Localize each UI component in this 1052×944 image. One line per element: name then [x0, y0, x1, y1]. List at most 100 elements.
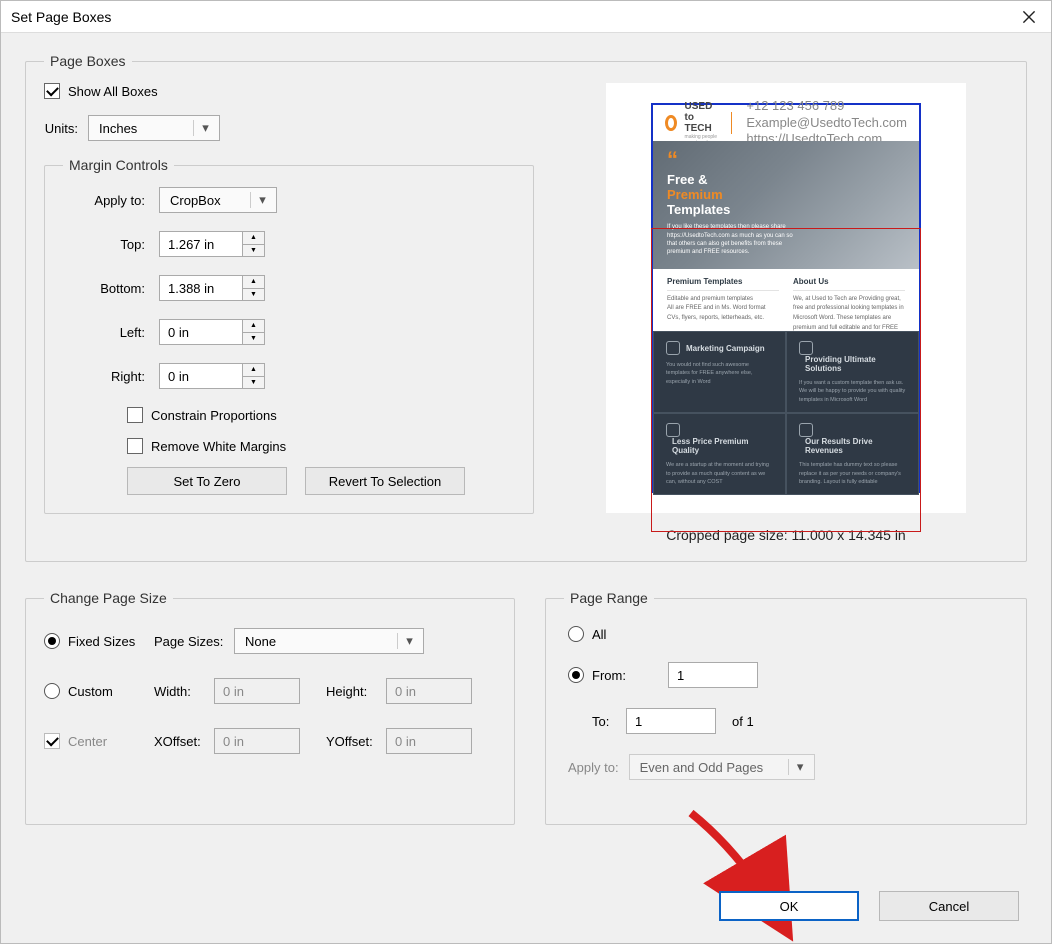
- spin-down-icon[interactable]: ▼: [243, 376, 264, 389]
- custom-radio[interactable]: Custom: [44, 683, 154, 699]
- cancel-button[interactable]: Cancel: [879, 891, 1019, 921]
- spin-up-icon[interactable]: ▲: [243, 276, 264, 288]
- radio-icon: [568, 626, 584, 642]
- change-page-size-legend: Change Page Size: [44, 590, 173, 606]
- radio-icon: [568, 667, 584, 683]
- width-value: 0 in: [223, 684, 244, 699]
- width-input: 0 in: [214, 678, 300, 704]
- apply-to-label: Apply to:: [63, 193, 159, 208]
- from-value: 1: [677, 668, 684, 683]
- left-value[interactable]: 0 in: [160, 320, 242, 344]
- margin-controls-group: Margin Controls Apply to: CropBox ▾ Top:: [44, 157, 534, 514]
- chevron-down-icon: ▾: [250, 192, 270, 208]
- top-value[interactable]: 1.267 in: [160, 232, 242, 256]
- bottom-label: Bottom:: [63, 281, 159, 296]
- range-apply-to-label: Apply to:: [568, 760, 619, 775]
- range-apply-to-value: Even and Odd Pages: [640, 760, 764, 775]
- constrain-label: Constrain Proportions: [151, 408, 277, 423]
- contact-phone: +12 123 456 789: [746, 98, 907, 115]
- custom-label: Custom: [68, 684, 113, 699]
- ok-button[interactable]: OK: [719, 891, 859, 921]
- xoffset-label: XOffset:: [154, 734, 214, 749]
- apply-to-select[interactable]: CropBox ▾: [159, 187, 277, 213]
- remove-white-label: Remove White Margins: [151, 439, 286, 454]
- units-label: Units:: [44, 121, 88, 136]
- hero-title: Free & Premium Templates: [667, 172, 905, 217]
- close-button[interactable]: [1007, 1, 1051, 33]
- preview-cropbox: [651, 228, 921, 532]
- checkbox-icon: [44, 733, 60, 749]
- page-sizes-value: None: [245, 634, 276, 649]
- ok-label: OK: [780, 899, 799, 914]
- units-value: Inches: [99, 121, 137, 136]
- height-input: 0 in: [386, 678, 472, 704]
- from-input[interactable]: 1: [668, 662, 758, 688]
- set-to-zero-button[interactable]: Set To Zero: [127, 467, 287, 495]
- brand-name: USED to TECH: [685, 101, 724, 134]
- client-area: Page Boxes Show All Boxes Units: Inches: [1, 33, 1051, 943]
- page-sizes-select[interactable]: None ▾: [234, 628, 424, 654]
- left-spinner[interactable]: 0 in ▲▼: [159, 319, 265, 345]
- page-range-group: Page Range All From: 1: [545, 590, 1027, 825]
- cancel-label: Cancel: [929, 899, 969, 914]
- chevron-down-icon: ▾: [193, 120, 213, 136]
- page-range-legend: Page Range: [564, 590, 654, 606]
- top-spinner[interactable]: 1.267 in ▲▼: [159, 231, 265, 257]
- spin-up-icon[interactable]: ▲: [243, 364, 264, 376]
- from-radio[interactable]: From:: [568, 667, 668, 683]
- xoffset-value: 0 in: [223, 734, 244, 749]
- right-value[interactable]: 0 in: [160, 364, 242, 388]
- revert-to-selection-button[interactable]: Revert To Selection: [305, 467, 465, 495]
- spin-down-icon[interactable]: ▼: [243, 332, 264, 345]
- bottom-value[interactable]: 1.388 in: [160, 276, 242, 300]
- page-sizes-label: Page Sizes:: [154, 634, 234, 649]
- set-to-zero-label: Set To Zero: [174, 474, 241, 489]
- checkbox-icon: [44, 83, 60, 99]
- bottom-spinner[interactable]: 1.388 in ▲▼: [159, 275, 265, 301]
- margin-controls-legend: Margin Controls: [63, 157, 174, 173]
- close-icon: [1022, 10, 1036, 24]
- spin-down-icon[interactable]: ▼: [243, 288, 264, 301]
- right-label: Right:: [63, 369, 159, 384]
- all-label: All: [592, 627, 606, 642]
- hero-l3: Templates: [667, 202, 730, 217]
- fixed-sizes-label: Fixed Sizes: [68, 634, 135, 649]
- width-label: Width:: [154, 684, 214, 699]
- dialog-window: Set Page Boxes Page Boxes Show All Boxes…: [0, 0, 1052, 944]
- remove-white-margins-checkbox[interactable]: Remove White Margins: [127, 438, 286, 454]
- from-label: From:: [592, 668, 626, 683]
- page-preview: USED to TECH making people smart work +1…: [606, 83, 966, 513]
- to-value: 1: [635, 714, 642, 729]
- yoffset-value: 0 in: [395, 734, 416, 749]
- page-boxes-group: Page Boxes Show All Boxes Units: Inches: [25, 53, 1027, 562]
- quote-icon: “: [667, 153, 905, 166]
- xoffset-input: 0 in: [214, 728, 300, 754]
- spin-up-icon[interactable]: ▲: [243, 320, 264, 332]
- spin-down-icon[interactable]: ▼: [243, 244, 264, 257]
- titlebar: Set Page Boxes: [1, 1, 1051, 33]
- revert-label: Revert To Selection: [329, 474, 442, 489]
- checkbox-icon: [127, 407, 143, 423]
- contact-email: Example@UsedtoTech.com: [746, 115, 907, 132]
- fixed-sizes-radio[interactable]: Fixed Sizes: [44, 633, 154, 649]
- show-all-boxes-checkbox[interactable]: Show All Boxes: [44, 83, 158, 99]
- to-input[interactable]: 1: [626, 708, 716, 734]
- apply-to-value: CropBox: [170, 193, 221, 208]
- center-checkbox: Center: [44, 733, 154, 749]
- radio-icon: [44, 683, 60, 699]
- units-select[interactable]: Inches ▾: [88, 115, 220, 141]
- height-value: 0 in: [395, 684, 416, 699]
- page-boxes-legend: Page Boxes: [44, 53, 132, 69]
- yoffset-label: YOffset:: [326, 734, 386, 749]
- center-label: Center: [68, 734, 107, 749]
- constrain-proportions-checkbox[interactable]: Constrain Proportions: [127, 407, 277, 423]
- divider: [731, 112, 732, 134]
- hero-l1: Free &: [667, 172, 707, 187]
- spin-up-icon[interactable]: ▲: [243, 232, 264, 244]
- radio-icon: [44, 633, 60, 649]
- window-title: Set Page Boxes: [11, 9, 111, 25]
- hero-l2: Premium: [667, 187, 723, 202]
- all-pages-radio[interactable]: All: [568, 626, 606, 642]
- left-label: Left:: [63, 325, 159, 340]
- right-spinner[interactable]: 0 in ▲▼: [159, 363, 265, 389]
